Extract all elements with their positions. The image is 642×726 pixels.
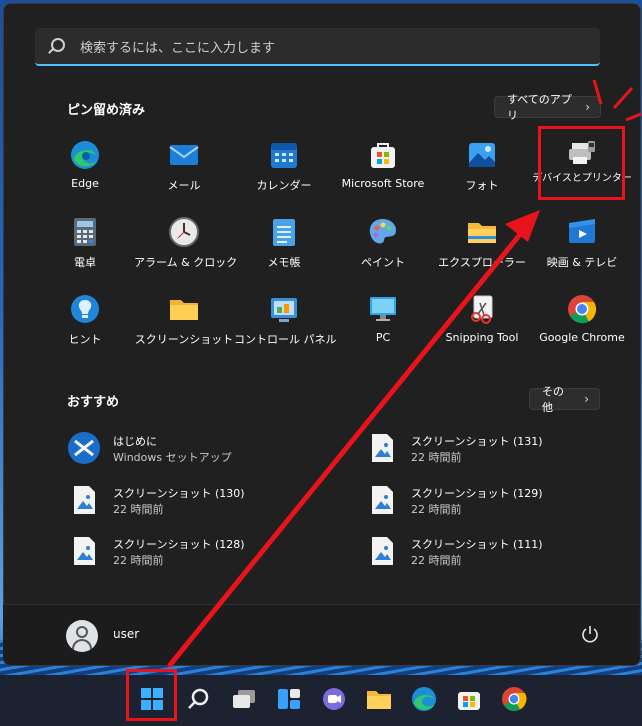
annotation-arrow-icon — [167, 79, 642, 668]
